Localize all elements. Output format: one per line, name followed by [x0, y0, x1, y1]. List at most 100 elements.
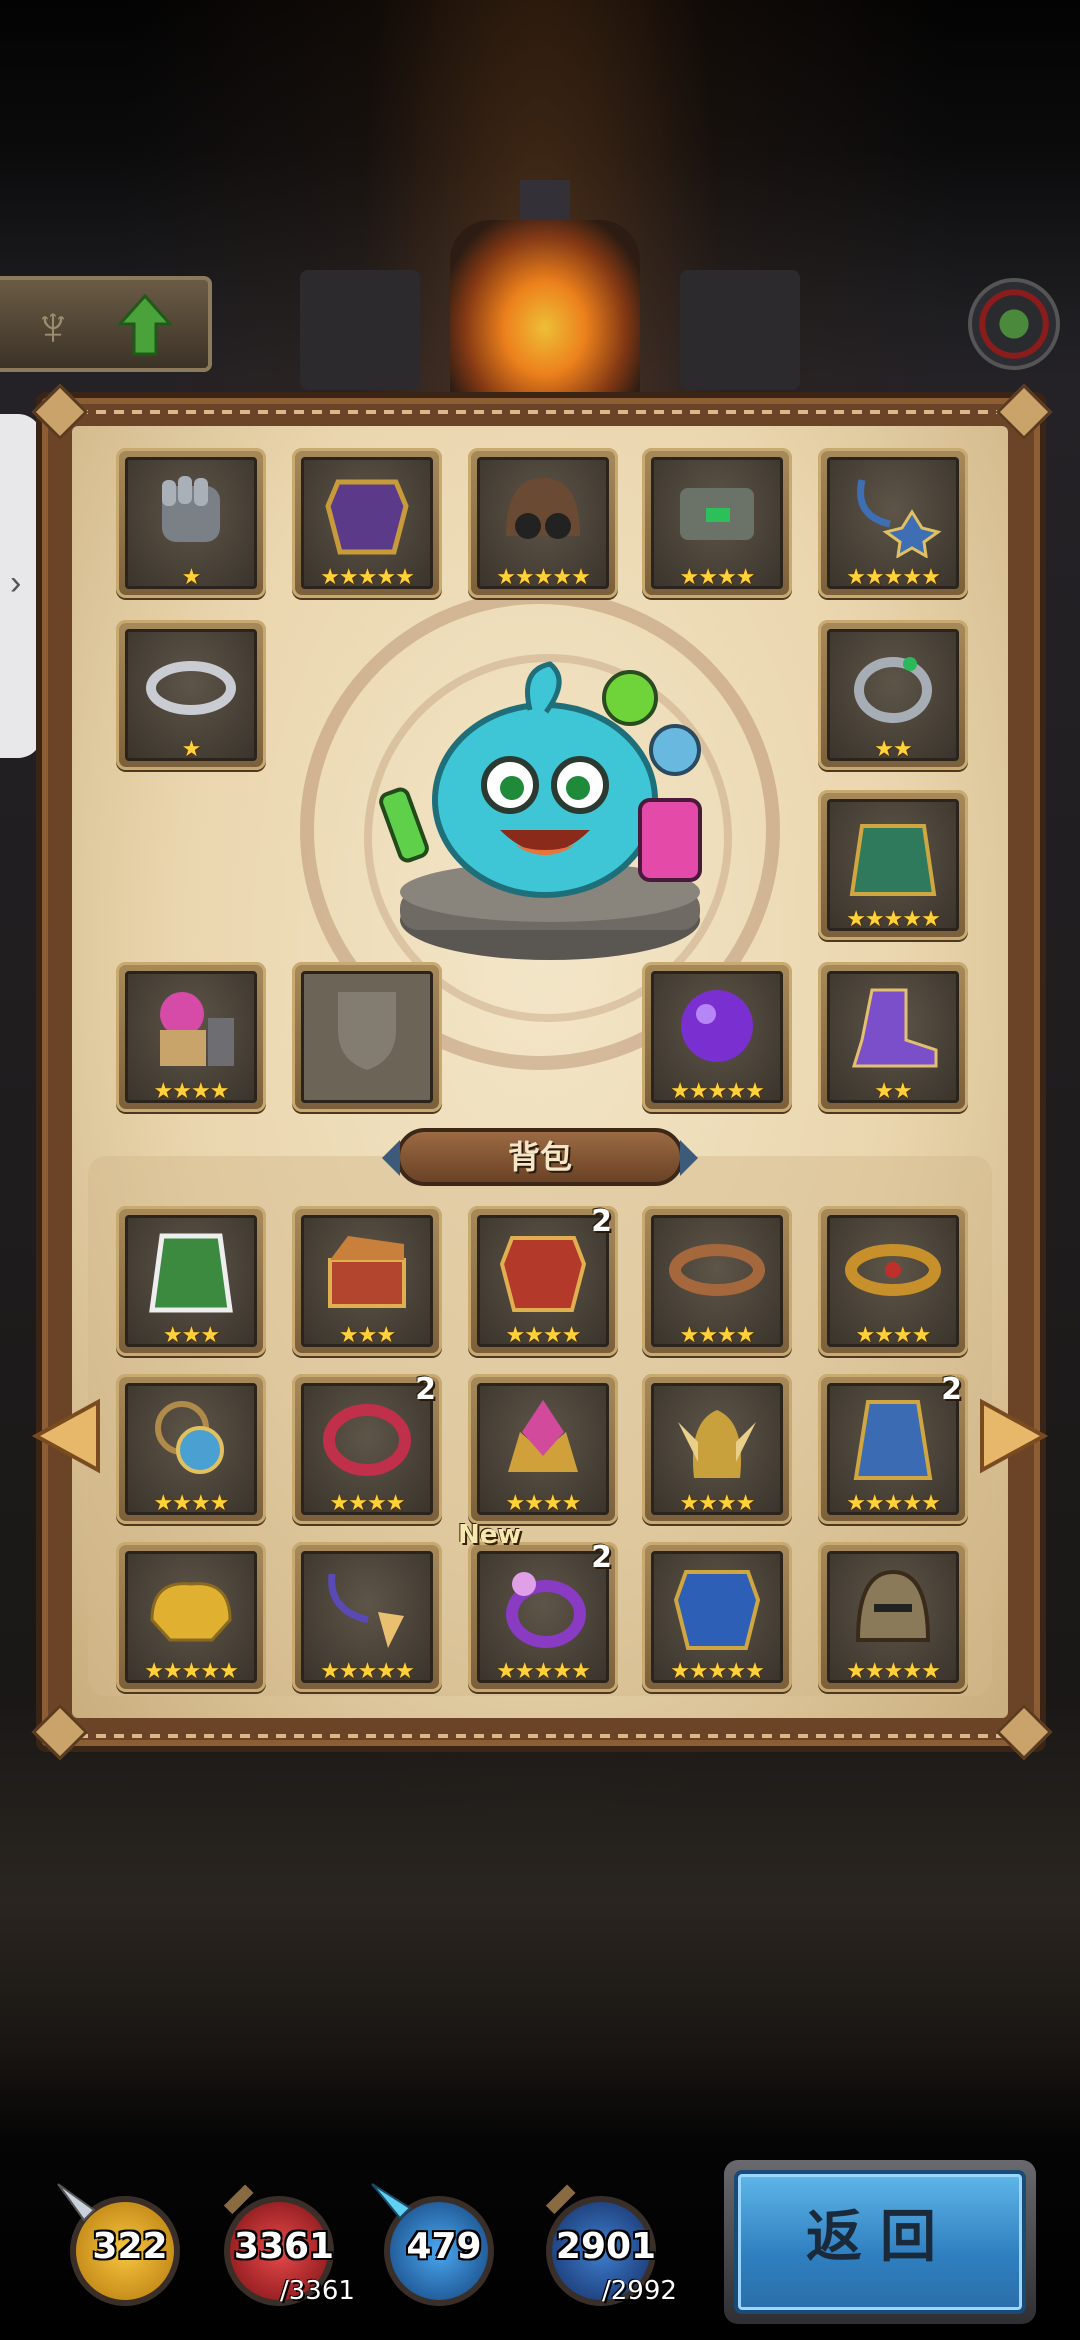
- equip-slot-helmet[interactable]: ★★★★★: [468, 448, 618, 598]
- winged-helm-icon: [678, 1410, 756, 1478]
- bag-slot[interactable]: ★★★: [116, 1206, 266, 1356]
- treasure-chest-icon: [328, 1236, 406, 1308]
- equip-slot-boots[interactable]: ★★: [818, 962, 968, 1112]
- slime-alchemist-character[interactable]: [370, 650, 730, 970]
- item-count-badge: 2: [591, 1204, 612, 1239]
- cannon-icon: [680, 488, 754, 540]
- bag-slot[interactable]: ★★★★★: [292, 1542, 442, 1692]
- bag-slot[interactable]: ★★★★: [818, 1206, 968, 1356]
- sapphire-armor-icon: [673, 1570, 761, 1650]
- item-count-badge: 2: [415, 1372, 436, 1407]
- mana-stat: 479: [368, 2180, 518, 2310]
- mana-value: 479: [406, 2226, 482, 2267]
- attack-value: 322: [92, 2226, 168, 2267]
- panel-border-bottom: [60, 1734, 1020, 1738]
- star-rating: ★★★★★: [846, 907, 941, 931]
- star-rating: ★★★★★: [846, 1659, 941, 1683]
- purple-boots-icon: [851, 988, 938, 1068]
- bag-slot[interactable]: ★★★★★: [642, 1542, 792, 1692]
- bag-slot[interactable]: ★★★★: [468, 1374, 618, 1524]
- bag-slot[interactable]: ★★★★★ 2 New: [458, 1520, 618, 1692]
- bag-slot[interactable]: ★★★★★ 2: [818, 1372, 968, 1524]
- star-rating: ★★★★★: [320, 1659, 415, 1683]
- star-rating: ★★★★★: [320, 565, 415, 589]
- candelabra-icon: ♆: [32, 294, 74, 357]
- gold-pauldrons-icon: [150, 1582, 232, 1642]
- armor-icon: [325, 479, 409, 555]
- hp-max: /3361: [280, 2276, 355, 2306]
- hp-stat: 3361 /3361: [208, 2180, 358, 2310]
- forge-furnace: [450, 220, 640, 400]
- emerald-ring-icon: [854, 657, 932, 723]
- bag-slot[interactable]: ★★★★ 2: [468, 1204, 618, 1356]
- green-cape-icon: [849, 824, 937, 896]
- star-rating: ★★★★★: [144, 1659, 239, 1683]
- star-rating: ★★★★★: [846, 1491, 941, 1515]
- chevron-right-icon: ›: [10, 564, 22, 602]
- exp-value: 2901: [555, 2226, 657, 2267]
- star-rating: ★★★★: [855, 1323, 932, 1347]
- star-rating: ★★★★★: [670, 1079, 765, 1103]
- upgrade-plaque-button[interactable]: ♆: [0, 276, 212, 372]
- up-arrow-icon: [118, 294, 172, 356]
- previous-page-arrow-icon[interactable]: [32, 1396, 102, 1476]
- bag-slot[interactable]: ★★★★: [642, 1206, 792, 1356]
- green-cloak-icon: [149, 1233, 233, 1313]
- bag-slot[interactable]: ★★★: [292, 1206, 442, 1356]
- star-rating: ★★★★★: [496, 1659, 591, 1683]
- bag-slot[interactable]: ★★★★ 2: [292, 1372, 442, 1524]
- bag-slot[interactable]: ★★★★★: [818, 1542, 968, 1692]
- iron-helm-icon: [855, 1569, 931, 1642]
- panel-border-top: [60, 410, 1020, 414]
- blue-cape-icon: [853, 1400, 933, 1480]
- equip-slot-cape[interactable]: ★★★★★: [818, 790, 968, 940]
- ruby-ring-icon: [323, 1404, 411, 1476]
- star-rating: ★★★: [338, 1323, 396, 1347]
- equip-slot-ring-2[interactable]: ★★: [818, 620, 968, 770]
- star-rating: ★★★★★: [846, 565, 941, 589]
- attack-stat: 322: [54, 2180, 204, 2310]
- bag-title-banner: 背包: [382, 1128, 698, 1186]
- purple-orb-icon: [681, 990, 753, 1062]
- gold-bracer-icon: [845, 1244, 941, 1296]
- forge-anvil-left: [300, 270, 420, 390]
- star-rating: ★★★★: [505, 1491, 582, 1515]
- bag-slot[interactable]: ★★★★★: [116, 1542, 266, 1692]
- new-item-tag: New: [458, 1520, 522, 1550]
- silver-ring-icon: [146, 661, 236, 715]
- forge-anvil-right: [680, 270, 800, 390]
- item-count-badge: 2: [591, 1540, 612, 1575]
- star-rating: ★★★★: [153, 1079, 230, 1103]
- star-rating: ★★★★: [679, 565, 756, 589]
- star-rating: ★★★★: [679, 1491, 756, 1515]
- bronze-bracer-icon: [669, 1244, 765, 1296]
- dragon-ring-icon: [506, 1572, 586, 1648]
- equip-slot-locked[interactable]: [292, 962, 442, 1112]
- equip-slot-armor[interactable]: ★★★★★: [292, 448, 442, 598]
- helmet-goggles-icon: [506, 478, 580, 539]
- gauntlet-icon: [162, 476, 220, 542]
- exp-max: /2992: [602, 2276, 677, 2306]
- exp-stat: 2901 /2992: [530, 2180, 680, 2310]
- star-rating: ★★★★: [153, 1491, 230, 1515]
- star-rating: ★★: [874, 737, 912, 761]
- return-button-label: 返回: [734, 2170, 1026, 2314]
- equip-slot-cannon[interactable]: ★★★★: [642, 448, 792, 598]
- character-badge-icon[interactable]: [968, 278, 1060, 370]
- bag-slot[interactable]: ★★★★: [116, 1374, 266, 1524]
- star-rating: ★: [181, 565, 202, 589]
- bag-slot[interactable]: ★★★★: [642, 1374, 792, 1524]
- amulet-icon: [857, 479, 942, 558]
- empty-shield-icon: [338, 992, 396, 1070]
- equip-slot-ring-1[interactable]: ★: [116, 620, 266, 770]
- equip-slot-amulet[interactable]: ★★★★★: [818, 448, 968, 598]
- next-page-arrow-icon[interactable]: [978, 1396, 1048, 1476]
- star-rating: ★★★★: [329, 1491, 406, 1515]
- equip-slot-orb[interactable]: ★★★★★: [642, 962, 792, 1112]
- pendant-icon: [328, 1573, 404, 1648]
- return-button[interactable]: 返回: [724, 2160, 1036, 2324]
- equip-slot-gauntlet[interactable]: ★: [116, 448, 266, 598]
- star-rating: ★★★: [162, 1323, 220, 1347]
- star-rating: ★★★★★: [670, 1659, 765, 1683]
- equip-slot-alchemy[interactable]: ★★★★: [116, 962, 266, 1112]
